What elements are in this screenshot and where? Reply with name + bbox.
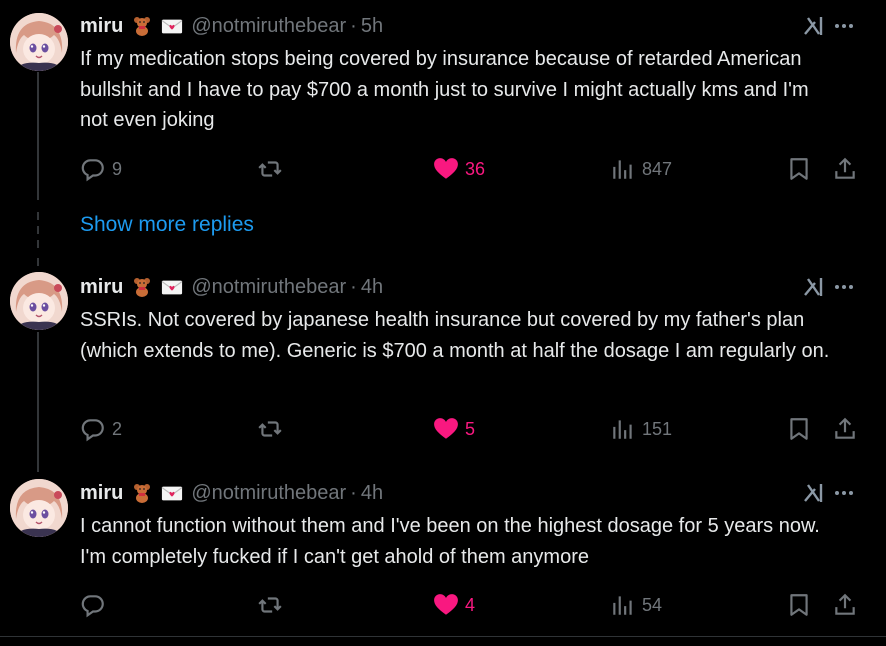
display-name[interactable]: miru — [80, 15, 123, 38]
more-options-icon[interactable] — [832, 275, 856, 299]
reply-button[interactable]: 2 — [80, 414, 122, 444]
thread-dots — [37, 226, 39, 234]
avatar[interactable] — [10, 479, 68, 537]
like-count: 4 — [465, 594, 476, 615]
share-icon — [835, 417, 855, 439]
user-handle[interactable]: @notmiruthebear — [191, 276, 346, 299]
view-count: 54 — [642, 594, 663, 615]
teddy-bear-icon — [131, 15, 153, 37]
separator-dot: · — [350, 275, 357, 298]
tweet-header: miru @notmiruthebear · 4h — [80, 481, 383, 505]
reply-button[interactable] — [80, 590, 112, 620]
avatar[interactable] — [10, 13, 68, 71]
teddy-bear-icon — [131, 276, 153, 298]
tweet-actions: 9 36 847 — [80, 154, 860, 184]
reply-icon — [81, 419, 104, 442]
share-button[interactable] — [832, 414, 858, 444]
grok-icon[interactable] — [802, 14, 826, 38]
love-letter-icon — [161, 482, 183, 504]
bookmark-button[interactable] — [786, 414, 812, 444]
tweet-text: If my medication stops being covered by … — [80, 48, 809, 131]
grok-icon[interactable] — [802, 481, 826, 505]
heart-filled-icon — [434, 418, 458, 439]
repost-button[interactable] — [257, 154, 289, 184]
share-icon — [835, 593, 855, 615]
reply-button[interactable]: 9 — [80, 154, 122, 184]
heart-filled-icon — [434, 594, 458, 615]
bookmark-icon — [790, 158, 808, 180]
tweet-header: miru @notmiruthebear · 4h — [80, 275, 383, 299]
timestamp[interactable]: 4h — [361, 276, 383, 299]
more-options-icon[interactable] — [832, 14, 856, 38]
thread-line — [37, 332, 39, 472]
share-button[interactable] — [832, 590, 858, 620]
tweet-actions: 2 5 151 — [80, 414, 860, 444]
analytics-icon — [613, 160, 632, 179]
avatar-image — [10, 479, 68, 537]
bookmark-icon — [790, 418, 808, 440]
like-button[interactable]: 5 — [433, 414, 475, 444]
share-button[interactable] — [832, 154, 858, 184]
thread-line — [37, 258, 39, 266]
show-more-replies-link[interactable]: Show more replies — [80, 213, 254, 237]
views-button[interactable]: 847 — [610, 154, 672, 184]
timestamp[interactable]: 4h — [361, 482, 383, 505]
repost-icon — [258, 161, 282, 177]
like-count: 36 — [465, 158, 486, 179]
thread-dots — [37, 240, 39, 248]
like-button[interactable]: 4 — [433, 590, 475, 620]
share-icon — [835, 157, 855, 179]
display-name[interactable]: miru — [80, 276, 123, 299]
tweet-actions: 4 54 — [80, 590, 860, 620]
timestamp[interactable]: 5h — [361, 15, 383, 38]
avatar[interactable] — [10, 272, 68, 330]
views-button[interactable]: 151 — [610, 414, 672, 444]
grok-icon[interactable] — [802, 275, 826, 299]
analytics-icon — [613, 596, 632, 615]
view-count: 151 — [642, 418, 673, 439]
like-button[interactable]: 36 — [433, 154, 485, 184]
thread-line — [37, 72, 39, 200]
user-handle[interactable]: @notmiruthebear — [191, 15, 346, 38]
display-name[interactable]: miru — [80, 482, 123, 505]
teddy-bear-icon — [131, 482, 153, 504]
repost-button[interactable] — [257, 414, 289, 444]
like-count: 5 — [465, 418, 476, 439]
reply-count: 9 — [112, 158, 123, 179]
analytics-icon — [613, 420, 632, 439]
more-options-icon[interactable] — [832, 481, 856, 505]
bookmark-icon — [790, 594, 808, 616]
thread-dots — [37, 212, 39, 220]
views-button[interactable]: 54 — [610, 590, 662, 620]
bookmark-button[interactable] — [786, 154, 812, 184]
tweet-text: SSRIs. Not covered by japanese health in… — [80, 309, 830, 362]
reply-icon — [81, 159, 104, 182]
reply-icon — [81, 595, 104, 618]
divider — [0, 636, 886, 637]
reply-count: 2 — [112, 418, 123, 439]
avatar-image — [10, 272, 68, 330]
separator-dot: · — [350, 14, 357, 37]
repost-icon — [258, 421, 282, 437]
tweet-header: miru @notmiruthebear · 5h — [80, 14, 383, 38]
avatar-image — [10, 13, 68, 71]
repost-icon — [258, 597, 282, 613]
love-letter-icon — [161, 15, 183, 37]
view-count: 847 — [642, 158, 673, 179]
love-letter-icon — [161, 276, 183, 298]
tweet-text: I cannot function without them and I've … — [80, 515, 820, 568]
heart-filled-icon — [434, 158, 458, 179]
repost-button[interactable] — [257, 590, 289, 620]
user-handle[interactable]: @notmiruthebear — [191, 482, 346, 505]
bookmark-button[interactable] — [786, 590, 812, 620]
separator-dot: · — [350, 481, 357, 504]
